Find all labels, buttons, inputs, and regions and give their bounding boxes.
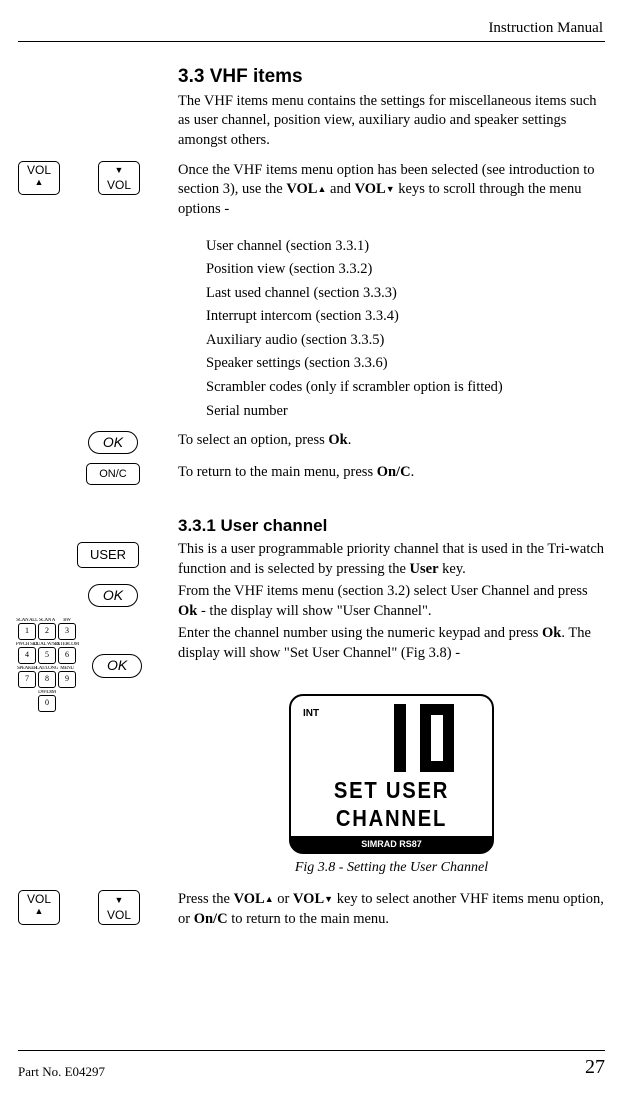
keypad-key: 2 xyxy=(38,623,56,640)
triangle-up-icon: ▲ xyxy=(35,907,44,917)
list-item: Serial number xyxy=(206,402,605,422)
triangle-up-icon-inline: ▲ xyxy=(265,893,274,905)
display-line1: SET USER xyxy=(310,778,473,802)
onc-button: ON/C xyxy=(86,463,140,485)
list-item: Last used channel (section 3.3.3) xyxy=(206,284,605,304)
digit-1-icon xyxy=(368,702,412,774)
ok-button-3: OK xyxy=(92,654,142,677)
keypad-key: 5 xyxy=(38,647,56,664)
triangle-up-icon: ▲ xyxy=(35,178,44,188)
ok-button-2: OK xyxy=(88,584,138,607)
p-select-user-channel: From the VHF items menu (section 3.2) se… xyxy=(178,582,605,621)
triangle-down-icon: ▼ xyxy=(115,166,124,176)
vol-up-button: VOL ▲ xyxy=(18,161,60,195)
part-number: Part No. E04297 xyxy=(18,1063,105,1081)
p-enter-channel: Enter the channel number using the numer… xyxy=(178,624,605,663)
p-press-vol-select: Press the VOL ▲ or VOL ▼ key to select a… xyxy=(178,890,605,929)
page-number: 27 xyxy=(585,1054,605,1081)
triangle-down-icon-inline: ▼ xyxy=(324,893,333,905)
list-item: Interrupt intercom (section 3.3.4) xyxy=(206,307,605,327)
return-instruction: To return to the main menu, press On/C. xyxy=(178,463,605,483)
vol-up-button-2: VOL ▲ xyxy=(18,890,60,924)
vol-up-label: VOL xyxy=(27,163,51,177)
page-header: Instruction Manual xyxy=(18,18,605,42)
page-footer: Part No. E04297 27 xyxy=(18,1050,605,1081)
display-int-label: INT xyxy=(303,707,319,721)
user-button: USER xyxy=(77,542,139,568)
ok-button: OK xyxy=(88,431,138,454)
digit-0-icon xyxy=(415,702,459,774)
vol-down-button-2: ▼ VOL xyxy=(98,890,140,924)
select-instruction: To select an option, press Ok. xyxy=(178,431,605,451)
keypad-key: 6 xyxy=(58,647,76,664)
keypad-key: 1 xyxy=(18,623,36,640)
display-line2: CHANNEL xyxy=(310,806,473,830)
keypad-key: 8 xyxy=(38,671,56,688)
display-digits xyxy=(368,702,459,774)
section-3-3-intro: The VHF items menu contains the settings… xyxy=(178,92,605,151)
keypad-key: 7 xyxy=(18,671,36,688)
numeric-keypad: SCAN ALL1 SCAN A2 BW3 PWCH SET4 DUAL W/S… xyxy=(18,618,76,714)
display-brand: SIMRAD RS87 xyxy=(291,836,492,852)
section-heading-3-3: 3.3 VHF items xyxy=(178,64,605,90)
triangle-down-icon: ▼ xyxy=(115,896,124,906)
list-item: User channel (section 3.3.1) xyxy=(206,237,605,257)
section-heading-3-3-1: 3.3.1 User channel xyxy=(178,515,605,538)
keypad-key: 0 xyxy=(38,695,56,712)
vhf-items-list: User channel (section 3.3.1) Position vi… xyxy=(178,237,605,422)
triangle-down-icon-inline: ▼ xyxy=(386,183,395,195)
keypad-key: 3 xyxy=(58,623,76,640)
scroll-instruction: Once the VHF items menu option has been … xyxy=(178,161,605,220)
header-title: Instruction Manual xyxy=(488,20,603,36)
keypad-key: 9 xyxy=(58,671,76,688)
vol-down-label: VOL xyxy=(107,178,131,192)
keypad-key: 4 xyxy=(18,647,36,664)
figure-caption: Fig 3.8 - Setting the User Channel xyxy=(178,859,605,878)
triangle-up-icon-inline: ▲ xyxy=(317,183,326,195)
lcd-display: INT SET USER CHANNEL SIMRAD RS87 xyxy=(289,694,494,854)
list-item: Speaker settings (section 3.3.6) xyxy=(206,354,605,374)
list-item: Position view (section 3.3.2) xyxy=(206,260,605,280)
list-item: Auxiliary audio (section 3.3.5) xyxy=(206,331,605,351)
vol-down-button: ▼ VOL xyxy=(98,161,140,195)
p-user-channel-desc: This is a user programmable priority cha… xyxy=(178,540,605,579)
list-item: Scrambler codes (only if scrambler optio… xyxy=(206,378,605,398)
